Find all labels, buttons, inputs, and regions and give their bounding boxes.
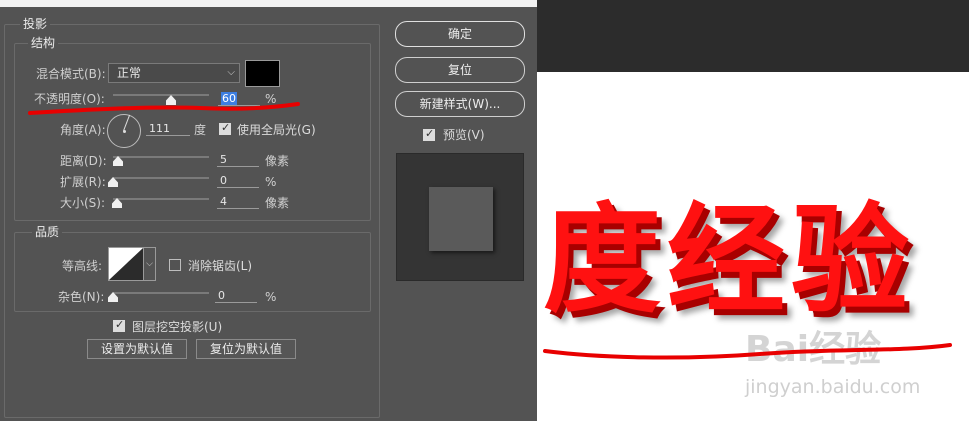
new-style-button[interactable]: 新建样式(W)... (395, 91, 525, 117)
size-input[interactable]: 4 (217, 195, 259, 209)
global-light-label[interactable]: 使用全局光(G) (237, 123, 316, 137)
chevron-down-icon: ⌵ (227, 67, 235, 78)
opacity-unit: % (265, 92, 277, 106)
quality-legend: 品质 (32, 225, 63, 239)
distance-unit: 像素 (265, 154, 290, 168)
knockout-checkbox[interactable] (113, 318, 125, 332)
spread-unit: % (265, 175, 277, 189)
angle-label: 角度(A): (60, 123, 106, 137)
make-default-button[interactable]: 设置为默认值 (87, 339, 187, 359)
size-unit: 像素 (265, 196, 290, 210)
contour-label: 等高线: (62, 259, 103, 273)
blend-mode-select[interactable]: 正常 ⌵ (108, 63, 240, 83)
workspace-background (537, 0, 969, 72)
size-slider-track[interactable] (113, 198, 209, 200)
drop-shadow-title: 投影 (20, 17, 51, 31)
layer-style-dialog: 投影 结构 混合模式(B): 正常 ⌵ 不透明度(O): 60 % 角度(A):… (0, 0, 537, 421)
blend-mode-value: 正常 (117, 66, 142, 80)
style-preview-thumbnail (396, 153, 524, 281)
baidu-watermark-url: jingyan.baidu.com (745, 376, 921, 398)
noise-slider-track[interactable] (113, 292, 209, 294)
blend-mode-label: 混合模式(B): (36, 67, 106, 81)
anti-alias-label[interactable]: 消除锯齿(L) (188, 259, 252, 273)
noise-label: 杂色(N): (58, 290, 105, 304)
ok-button[interactable]: 确定 (395, 21, 525, 47)
angle-dial-center (123, 130, 126, 133)
dialog-top-strip (0, 0, 537, 7)
opacity-slider-track[interactable] (113, 94, 209, 96)
angle-unit: 度 (194, 123, 207, 137)
size-label: 大小(S): (60, 196, 106, 210)
reset-default-button[interactable]: 复位为默认值 (196, 339, 296, 359)
spread-label: 扩展(R): (60, 175, 106, 189)
anti-alias-checkbox[interactable] (169, 259, 181, 271)
distance-label: 距离(D): (60, 154, 107, 168)
noise-unit: % (265, 290, 277, 304)
preview-label[interactable]: 预览(V) (443, 128, 485, 142)
spread-slider-track[interactable] (113, 177, 209, 179)
reset-button[interactable]: 复位 (395, 57, 525, 83)
structure-legend: 结构 (28, 36, 59, 50)
spread-input[interactable]: 0 (217, 174, 259, 188)
knockout-label[interactable]: 图层挖空投影(U) (132, 320, 222, 334)
distance-slider-track[interactable] (113, 156, 209, 158)
noise-input[interactable]: 0 (215, 289, 257, 303)
angle-dial[interactable] (107, 114, 141, 148)
angle-input[interactable]: 111 (146, 122, 190, 136)
shadow-color-swatch[interactable] (245, 60, 280, 87)
shadow-text-sample: 度经验 (543, 191, 916, 329)
global-light-checkbox[interactable] (219, 121, 231, 135)
preview-square (429, 187, 493, 251)
baidu-watermark: Bai经验 (745, 329, 882, 370)
opacity-label: 不透明度(O): (34, 92, 105, 106)
document-canvas: 度经验 Bai经验 jingyan.baidu.com (537, 0, 969, 421)
preview-checkbox[interactable] (423, 127, 435, 141)
chevron-down-icon[interactable]: ⌵ (144, 247, 156, 281)
angle-dial-needle (123, 114, 131, 131)
distance-input[interactable]: 5 (217, 153, 259, 167)
contour-picker[interactable] (108, 247, 144, 281)
opacity-input[interactable]: 60 (218, 92, 260, 106)
